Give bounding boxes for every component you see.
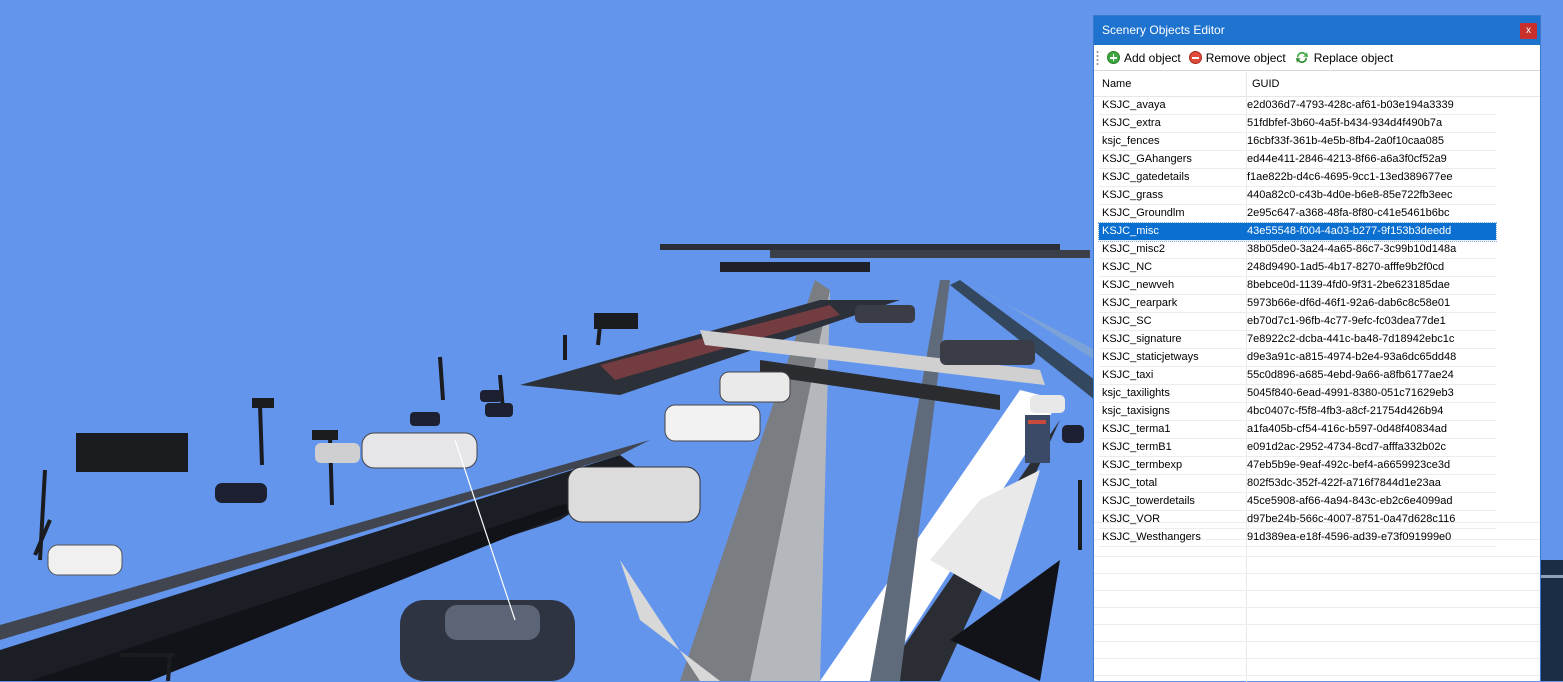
table-row[interactable]: ksjc_taxisigns 4bc0407c-f5f8-4fb3-a8cf-21…: [1099, 403, 1496, 421]
object-name-cell: ksjc_taxilights: [1102, 387, 1170, 399]
object-name-cell: KSJC_newveh: [1102, 279, 1175, 291]
object-guid-cell: 91d389ea-e18f-4596-ad39-e73f091999e0: [1247, 531, 1452, 543]
object-name-cell: KSJC_VOR: [1102, 513, 1161, 525]
object-guid-cell: 440a82c0-c43b-4d0e-b6e8-85e722fb3eec: [1247, 189, 1453, 201]
object-name-cell: KSJC_termB1: [1102, 441, 1172, 453]
table-row[interactable]: KSJC_rearpark 5973b66e-df6d-46f1-92a6-dab…: [1099, 295, 1496, 313]
table-row[interactable]: ksjc_fences 16cbf33f-361b-4e5b-8fb4-2a0f1…: [1099, 133, 1496, 151]
object-guid-cell: 5973b66e-df6d-46f1-92a6-dab6c8c58e01: [1247, 297, 1451, 309]
table-row[interactable]: KSJC_avaya e2d036d7-4793-428c-af61-b03e19…: [1099, 97, 1496, 115]
object-guid-cell: ed44e411-2846-4213-8f66-a6a3f0cf52a9: [1247, 153, 1447, 165]
object-guid-cell: 5045f840-6ead-4991-8380-051c71629eb3: [1247, 387, 1454, 399]
scenery-objects-editor: Scenery Objects Editor x Add object Remo…: [1093, 15, 1541, 682]
table-row[interactable]: KSJC_termbexp 47eb5b9e-9eaf-492c-bef4-a66…: [1099, 457, 1496, 475]
object-guid-cell: 248d9490-1ad5-4b17-8270-afffe9b2f0cd: [1247, 261, 1445, 273]
close-button[interactable]: x: [1520, 23, 1537, 39]
object-guid-cell: d97be24b-566c-4007-8751-0a47d628c116: [1247, 513, 1456, 525]
table-row[interactable]: KSJC_termB1 e091d2ac-2952-4734-8cd7-afffa…: [1099, 439, 1496, 457]
table-row[interactable]: KSJC_total 802f53dc-352f-422f-a716f7844d1…: [1099, 475, 1496, 493]
object-name-cell: KSJC_avaya: [1102, 99, 1166, 111]
right-edge-structure: [1541, 560, 1563, 681]
object-name-cell: KSJC_Westhangers: [1102, 531, 1201, 543]
replace-object-label: Replace object: [1313, 50, 1394, 65]
object-name-cell: KSJC_signature: [1102, 333, 1182, 345]
object-name-cell: KSJC_misc: [1102, 225, 1159, 237]
object-guid-cell: 45ce5908-af66-4a94-843c-eb2c6e4099ad: [1247, 495, 1453, 507]
toolbar: Add object Remove object Replace object: [1094, 45, 1540, 71]
window-title: Scenery Objects Editor: [1102, 23, 1225, 37]
object-name-cell: KSJC_termbexp: [1102, 459, 1183, 471]
object-name-cell: KSJC_Groundlm: [1102, 207, 1185, 219]
table-row[interactable]: KSJC_newveh 8bebce0d-1139-4fd0-9f31-2be62…: [1099, 277, 1496, 295]
remove-object-label: Remove object: [1205, 50, 1286, 65]
object-guid-cell: e2d036d7-4793-428c-af61-b03e194a3339: [1247, 99, 1454, 111]
object-guid-cell: e091d2ac-2952-4734-8cd7-afffa332b02c: [1247, 441, 1446, 453]
remove-icon: [1188, 51, 1202, 64]
table-row[interactable]: KSJC_towerdetails 45ce5908-af66-4a94-843c…: [1099, 493, 1496, 511]
table-row[interactable]: KSJC_Groundlm 2e95c647-a368-48fa-8f80-c41…: [1099, 205, 1496, 223]
object-name-cell: KSJC_misc2: [1102, 243, 1165, 255]
object-guid-cell: 7e8922c2-dcba-441c-ba48-7d18942ebc1c: [1247, 333, 1455, 345]
object-name-cell: KSJC_staticjetways: [1102, 351, 1199, 363]
object-name-cell: KSJC_rearpark: [1102, 297, 1178, 309]
toolbar-grip-icon[interactable]: [1096, 49, 1099, 66]
replace-object-button[interactable]: Replace object: [1294, 51, 1393, 65]
table-row[interactable]: KSJC_extra 51fdbfef-3b60-4a5f-b434-934d4f…: [1099, 115, 1496, 133]
add-icon: [1107, 51, 1120, 64]
title-bar[interactable]: Scenery Objects Editor x: [1094, 16, 1540, 45]
table-row[interactable]: KSJC_taxi 55c0d896-a685-4ebd-9a66-a8fb617…: [1099, 367, 1496, 385]
table-row[interactable]: KSJC_VOR d97be24b-566c-4007-8751-0a47d628…: [1099, 511, 1496, 529]
object-guid-cell: 16cbf33f-361b-4e5b-8fb4-2a0f10caa085: [1247, 135, 1444, 147]
object-name-cell: KSJC_NC: [1102, 261, 1153, 273]
grid-header: Name GUID: [1094, 72, 1540, 97]
object-guid-cell: 43e55548-f004-4a03-b277-9f153b3deedd: [1247, 225, 1452, 237]
sign-board: [1025, 415, 1050, 463]
object-name-cell: ksjc_taxisigns: [1102, 405, 1170, 417]
object-name-cell: ksjc_fences: [1102, 135, 1160, 147]
object-guid-cell: d9e3a91c-a815-4974-b2e4-93a6dc65dd48: [1247, 351, 1457, 363]
object-name-cell: KSJC_terma1: [1102, 423, 1171, 435]
object-guid-cell: 55c0d896-a685-4ebd-9a66-a8fb6177ae24: [1247, 369, 1454, 381]
object-guid-cell: 51fdbfef-3b60-4a5f-b434-934d4f490b7a: [1247, 117, 1443, 129]
object-guid-cell: 38b05de0-3a24-4a65-86c7-3c99b10d148a: [1247, 243, 1457, 255]
table-row[interactable]: KSJC_grass 440a82c0-c43b-4d0e-b6e8-85e722…: [1099, 187, 1496, 205]
table-row[interactable]: KSJC_GAhangers ed44e411-2846-4213-8f66-a6…: [1099, 151, 1496, 169]
object-name-cell: KSJC_extra: [1102, 117, 1161, 129]
object-name-cell: KSJC_towerdetails: [1102, 495, 1195, 507]
object-name-cell: KSJC_GAhangers: [1102, 153, 1192, 165]
object-name-cell: KSJC_grass: [1102, 189, 1164, 201]
object-name-cell: KSJC_SC: [1102, 315, 1152, 327]
object-guid-cell: 802f53dc-352f-422f-a716f7844d1e23aa: [1247, 477, 1441, 489]
add-object-button[interactable]: Add object: [1107, 51, 1181, 65]
remove-object-button[interactable]: Remove object: [1188, 50, 1286, 65]
table-row[interactable]: ksjc_taxilights 5045f840-6ead-4991-8380-0…: [1099, 385, 1496, 403]
object-guid-cell: a1fa405b-cf54-416c-b597-0d48f40834ad: [1247, 423, 1447, 435]
table-row[interactable]: KSJC_NC 248d9490-1ad5-4b17-8270-afffe9b2f…: [1099, 259, 1496, 277]
object-list: KSJC_avaya e2d036d7-4793-428c-af61-b03e19…: [1098, 97, 1497, 547]
object-guid-cell: f1ae822b-d4c6-4695-9cc1-13ed389677ee: [1247, 171, 1453, 183]
object-guid-cell: 2e95c647-a368-48fa-8f80-c41e5461b6bc: [1247, 207, 1450, 219]
table-row[interactable]: KSJC_terma1 a1fa405b-cf54-416c-b597-0d48f…: [1099, 421, 1496, 439]
table-row[interactable]: KSJC_gatedetails f1ae822b-d4c6-4695-9cc1-…: [1099, 169, 1496, 187]
object-guid-cell: 4bc0407c-f5f8-4fb3-a8cf-21754d426b94: [1247, 405, 1444, 417]
object-guid-cell: 47eb5b9e-9eaf-492c-bef4-a6659923ce3d: [1247, 459, 1451, 471]
table-row[interactable]: KSJC_misc2 38b05de0-3a24-4a65-86c7-3c99b1…: [1099, 241, 1496, 259]
object-name-cell: KSJC_taxi: [1102, 369, 1154, 381]
column-header-guid[interactable]: GUID: [1252, 72, 1280, 96]
table-row[interactable]: KSJC_signature 7e8922c2-dcba-441c-ba48-7d…: [1099, 331, 1496, 349]
object-guid-cell: 8bebce0d-1139-4fd0-9f31-2be623185dae: [1247, 279, 1450, 291]
object-name-cell: KSJC_gatedetails: [1102, 171, 1190, 183]
table-row[interactable]: KSJC_SC eb70d7c1-96fb-4c77-9efc-fc03dea77…: [1099, 313, 1496, 331]
table-row[interactable]: KSJC_staticjetways d9e3a91c-a815-4974-b2e…: [1099, 349, 1496, 367]
add-object-label: Add object: [1124, 50, 1181, 65]
object-name-cell: KSJC_total: [1102, 477, 1158, 489]
column-header-name[interactable]: Name: [1102, 72, 1131, 96]
object-guid-cell: eb70d7c1-96fb-4c77-9efc-fc03dea77de1: [1247, 315, 1446, 327]
table-row[interactable]: KSJC_misc 43e55548-f004-4a03-b277-9f153b3…: [1098, 222, 1497, 242]
table-row[interactable]: KSJC_Westhangers 91d389ea-e18f-4596-ad39-…: [1099, 529, 1496, 547]
replace-icon: [1295, 52, 1308, 64]
